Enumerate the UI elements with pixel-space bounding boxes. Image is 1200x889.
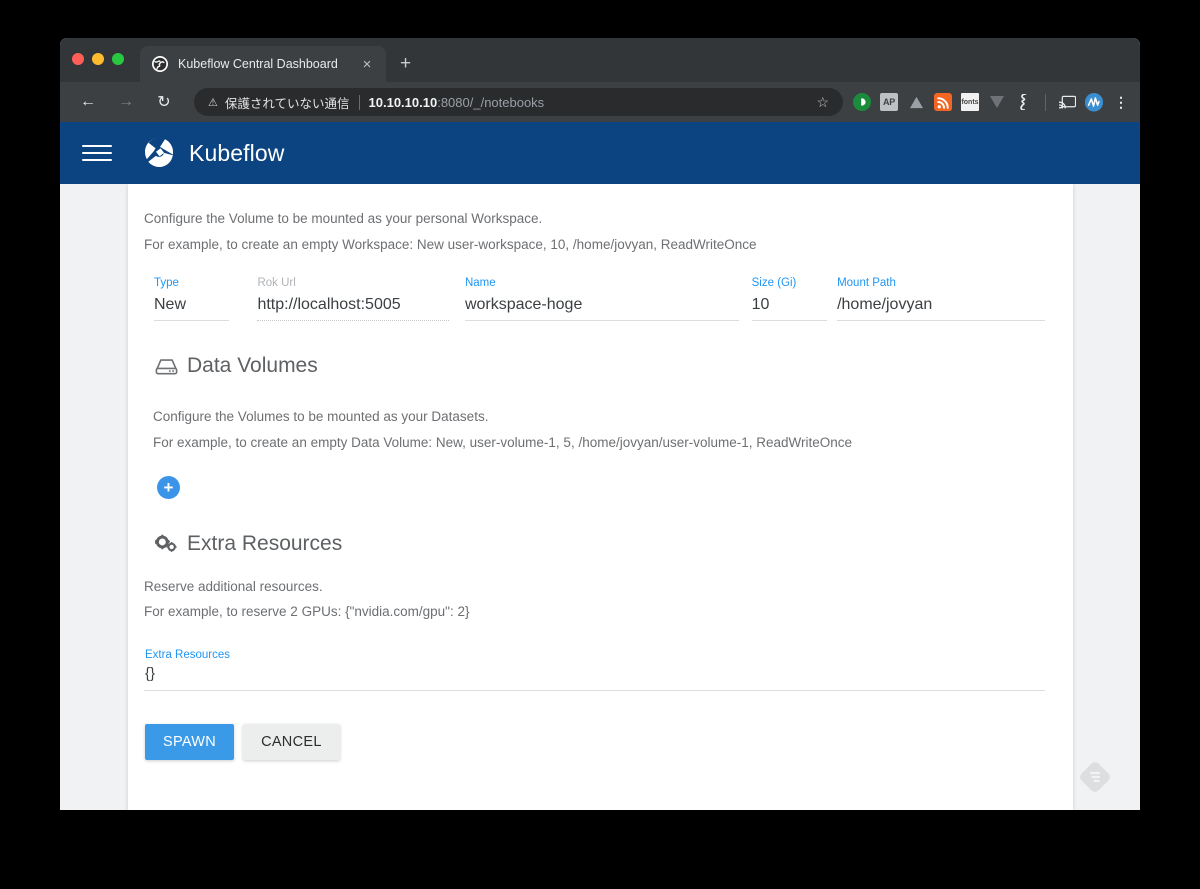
browser-window: Kubeflow Central Dashboard × + ← → ↻ ⚠ 保… — [60, 38, 1140, 810]
workspace-name-label: Name — [464, 277, 496, 290]
workspace-name-value: workspace-hoge — [464, 296, 583, 314]
cogs-icon — [155, 534, 178, 553]
reload-icon[interactable]: ↻ — [150, 88, 178, 116]
warning-triangle-icon: ⚠ — [208, 96, 218, 109]
url-text: 10.10.10.10:8080/_/notebooks — [369, 95, 545, 110]
ap-extension-icon[interactable]: AP — [880, 93, 898, 111]
rss-extension-icon[interactable] — [934, 93, 952, 111]
workspace-size-underline — [751, 320, 828, 322]
new-tab-button[interactable]: + — [400, 54, 411, 73]
window-controls — [72, 53, 124, 65]
globe-icon — [152, 56, 168, 72]
browser-tab[interactable]: Kubeflow Central Dashboard × — [140, 46, 386, 82]
workspace-description-1: Configure the Volume to be mounted as yo… — [144, 211, 543, 226]
extra-resources-input[interactable]: {} — [144, 665, 1045, 682]
data-volumes-title: Data Volumes — [187, 354, 318, 378]
data-volumes-descriptions: Configure the Volumes to be mounted as y… — [144, 404, 1045, 455]
data-volumes-description-2: For example, to create an empty Data Vol… — [153, 434, 853, 450]
data-volumes-heading: Data Volumes — [144, 354, 1045, 378]
workspace-type-field[interactable]: Type New▲▼ — [154, 277, 230, 322]
hamburger-menu-icon[interactable] — [82, 145, 112, 161]
forward-arrow-icon[interactable]: → — [112, 88, 140, 116]
extra-resources-heading: Extra Resources — [144, 532, 1045, 556]
workspace-size-field[interactable]: Size (Gi) 10 — [751, 277, 828, 322]
workspace-rok-url-value: http://localhost:5005 — [257, 296, 401, 314]
drive-extension-icon[interactable] — [907, 93, 925, 111]
star-icon[interactable]: ☆ — [808, 94, 837, 111]
cast-icon[interactable] — [1058, 93, 1076, 111]
notebook-spawn-card: Configure the Volume to be mounted as yo… — [128, 184, 1073, 810]
toolbar-divider — [1045, 93, 1046, 111]
extra-resources-description-2: For example, to reserve 2 GPUs: {"nvidia… — [144, 604, 470, 620]
app-title: Kubeflow — [189, 139, 285, 166]
workspace-rok-url-underline — [257, 320, 449, 322]
spawn-button[interactable]: SPAWN — [145, 723, 235, 760]
workspace-mount-path-value: /home/jovyan — [837, 296, 933, 314]
data-volumes-description-1: Configure the Volumes to be mounted as y… — [153, 409, 489, 425]
workspace-mount-path-field[interactable]: Mount Path /home/jovyan — [837, 277, 1046, 322]
workspace-name-field[interactable]: Name workspace-hoge — [464, 277, 739, 322]
kubeflow-logo-icon — [142, 136, 176, 170]
workspace-description-2: For example, to create an empty Workspac… — [144, 236, 757, 252]
minimize-window-button[interactable] — [92, 53, 104, 65]
workspace-mount-path-underline — [837, 320, 1046, 322]
fonts-extension-icon[interactable]: fonts — [961, 93, 979, 111]
kebab-menu-icon[interactable]: ⋮ — [1112, 93, 1130, 111]
workspace-type-label: Type — [154, 277, 179, 290]
address-bar[interactable]: ⚠ 保護されていない通信 10.10.10.10:8080/_/notebook… — [194, 88, 843, 116]
pocket-extension-icon[interactable] — [853, 93, 871, 111]
close-window-button[interactable] — [72, 53, 84, 65]
page-background: Configure the Volume to be mounted as yo… — [60, 184, 1140, 810]
extra-resources-underline — [144, 689, 1045, 691]
workspace-rok-url-field[interactable]: Rok Url http://localhost:5005 — [257, 277, 449, 322]
add-data-volume-button[interactable]: + — [157, 475, 180, 499]
workspace-type-value: New▲▼ — [154, 296, 187, 314]
security-status-text: 保護されていない通信 — [224, 96, 350, 111]
v-extension-icon[interactable] — [988, 93, 1006, 111]
omnibox-divider — [358, 94, 360, 110]
form-actions: SPAWN CANCEL — [144, 723, 1045, 760]
workspace-mount-path-label: Mount Path — [837, 277, 896, 290]
workspace-volume-form: Type New▲▼ Rok Url http://localhost:5005… — [144, 277, 1046, 322]
extra-resources-descriptions: Reserve additional resources. For exampl… — [144, 574, 1045, 625]
browser-toolbar: ← → ↻ ⚠ 保護されていない通信 10.10.10.10:8080/_/no… — [60, 82, 1140, 122]
maximize-window-button[interactable] — [112, 53, 124, 65]
url-host: 10.10.10.10 — [368, 94, 438, 110]
cancel-button[interactable]: CANCEL — [243, 723, 340, 760]
workspace-name-underline — [464, 320, 739, 322]
extra-resources-field-label: Extra Resources — [145, 648, 231, 661]
extensions-toolbar: AP fonts ⋮ — [853, 93, 1130, 111]
browser-tab-title: Kubeflow Central Dashboard — [178, 57, 338, 71]
evernote-extension-icon[interactable] — [1015, 93, 1033, 111]
browser-tab-strip: Kubeflow Central Dashboard × + — [60, 38, 1140, 82]
workspace-type-underline — [154, 320, 230, 322]
workspace-size-label: Size (Gi) — [751, 277, 797, 290]
feedly-watermark-icon — [1080, 762, 1110, 792]
extra-resources-title: Extra Resources — [187, 531, 343, 555]
close-icon[interactable]: × — [358, 57, 376, 72]
hard-drive-icon — [155, 358, 178, 375]
workspace-rok-url-label: Rok Url — [257, 277, 296, 290]
back-arrow-icon[interactable]: ← — [74, 88, 102, 116]
extra-resources-description-1: Reserve additional resources. — [144, 578, 323, 594]
app-header: Kubeflow — [60, 122, 1140, 184]
profile-avatar-icon[interactable] — [1085, 93, 1103, 111]
workspace-size-value: 10 — [751, 296, 770, 314]
url-path: :8080/_/notebooks — [437, 94, 545, 110]
